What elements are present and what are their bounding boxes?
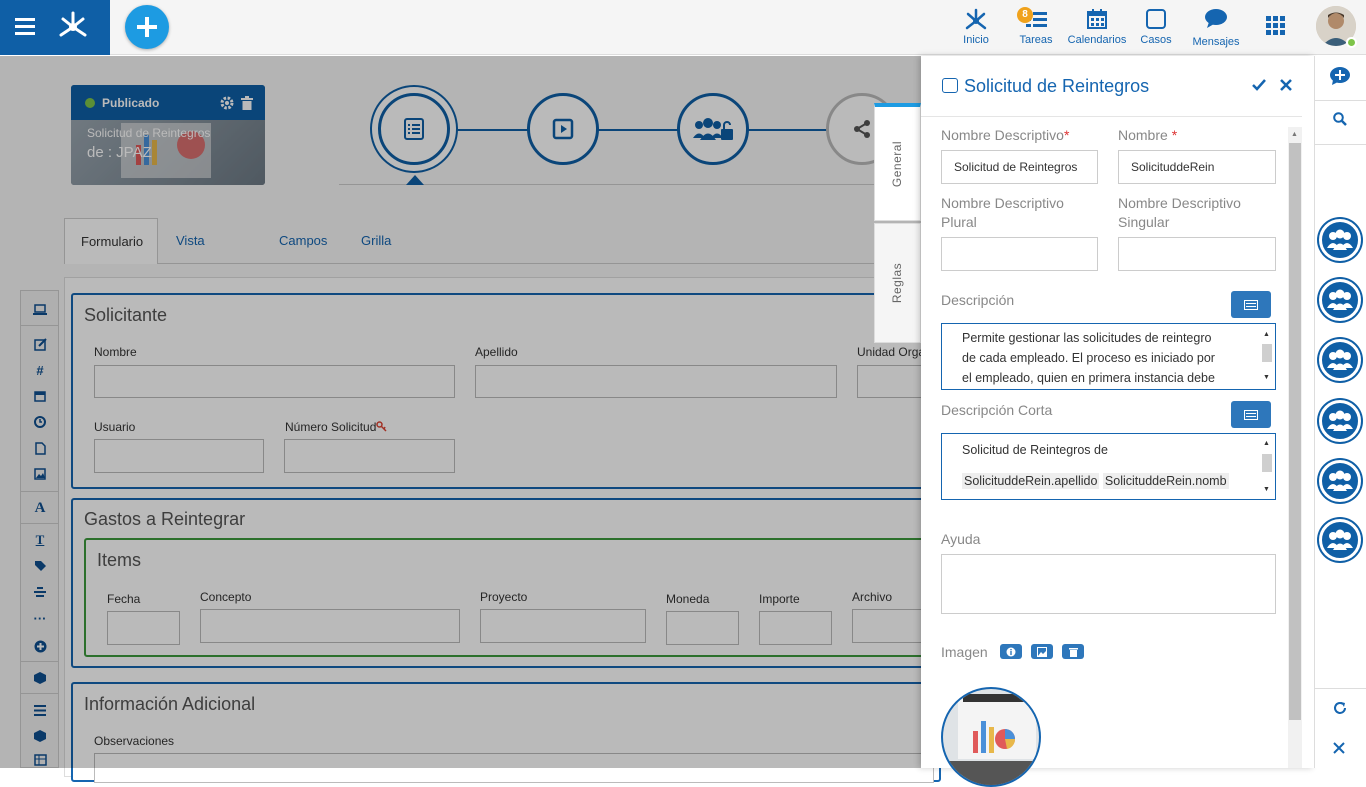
info-icon	[1006, 647, 1016, 656]
chat-bubble-icon	[1190, 6, 1242, 30]
variable-tag[interactable]: SolicituddeRein.nomb	[1102, 473, 1229, 489]
info-button[interactable]	[1000, 644, 1022, 659]
nombre-singular-input[interactable]	[1118, 237, 1276, 271]
sidebar-divider	[1314, 100, 1366, 101]
field-label: Nombre *	[1118, 127, 1178, 143]
field-label: Descripción Corta	[941, 402, 1053, 418]
tab-general[interactable]: General	[874, 103, 921, 221]
field-label: Nombre Descriptivo Plural	[941, 195, 1064, 230]
add-comment-icon[interactable]	[1329, 66, 1351, 86]
process-image[interactable]	[941, 687, 1041, 787]
trash-icon	[1068, 647, 1078, 657]
ayuda-textarea[interactable]	[941, 554, 1276, 614]
online-status-dot	[1346, 37, 1357, 48]
nombre-descriptivo-input[interactable]: Solicitud de Reintegros	[941, 150, 1098, 184]
calendar-icon	[1066, 6, 1128, 30]
add-button[interactable]	[125, 5, 169, 49]
hamburger-menu-icon[interactable]	[15, 17, 35, 35]
group-icon[interactable]	[1319, 460, 1361, 502]
nav-casos[interactable]: Casos	[1137, 6, 1175, 50]
group-icon[interactable]	[1319, 279, 1361, 321]
scrollbar[interactable]: ▲ ▼	[1261, 436, 1273, 497]
field-label: Imagen	[941, 644, 988, 660]
logo-icon[interactable]	[56, 9, 90, 43]
apps-grid-icon[interactable]	[1266, 16, 1286, 36]
search-icon[interactable]	[1333, 112, 1347, 126]
group-icon[interactable]	[1319, 519, 1361, 561]
nav-tareas[interactable]: 8 Tareas	[1014, 6, 1058, 50]
refresh-icon[interactable]	[1333, 701, 1347, 715]
variable-tag[interactable]: SolicituddeRein.apellido	[962, 473, 1100, 489]
delete-image-button[interactable]	[1062, 644, 1084, 659]
sidebar-divider	[1314, 688, 1366, 689]
brand-area	[0, 0, 110, 55]
editor-icon	[1244, 409, 1258, 420]
home-network-icon	[956, 6, 996, 30]
tasks-icon: 8	[1014, 6, 1058, 30]
editor-icon	[1244, 299, 1258, 310]
panel-scrollbar[interactable]: ▲	[1288, 127, 1302, 768]
sidebar-divider	[1314, 144, 1366, 145]
descripcion-textarea[interactable]: Permite gestionar las solicitudes de rei…	[941, 323, 1276, 390]
nav-mensajes[interactable]: Mensajes	[1190, 6, 1242, 50]
close-icon[interactable]	[1280, 79, 1292, 91]
group-icon[interactable]	[1319, 339, 1361, 381]
field-label: Nombre Descriptivo*	[941, 127, 1070, 143]
upload-image-button[interactable]	[1031, 644, 1053, 659]
field-label: Ayuda	[941, 531, 981, 547]
panel-title: Solicitud de Reintegros	[964, 76, 1150, 96]
tasks-badge: 8	[1017, 7, 1033, 23]
scrollbar[interactable]: ▲ ▼	[1261, 326, 1273, 387]
field-label: Nombre Descriptivo Singular	[1118, 195, 1241, 230]
nav-inicio[interactable]: Inicio	[956, 6, 996, 50]
confirm-icon[interactable]	[1252, 78, 1266, 92]
nav-calendarios[interactable]: Calendarios	[1066, 6, 1128, 50]
cases-icon	[1137, 6, 1175, 30]
text-editor-button[interactable]	[1231, 291, 1271, 318]
descripcion-corta-textarea[interactable]: Solicitud de Reintegros de SolicituddeRe…	[941, 433, 1276, 500]
panel-header-divider	[921, 116, 1302, 117]
close-sidebar-icon[interactable]	[1333, 742, 1345, 754]
tab-reglas[interactable]: Reglas	[874, 223, 921, 343]
group-icon[interactable]	[1319, 400, 1361, 442]
modal-overlay[interactable]	[0, 56, 921, 768]
nombre-plural-input[interactable]	[941, 237, 1098, 271]
text-editor-button[interactable]	[1231, 401, 1271, 428]
field-label: Descripción	[941, 292, 1015, 308]
form-entity-icon	[942, 78, 958, 93]
image-icon	[1037, 646, 1047, 657]
nombre-input[interactable]: SolicituddeRein	[1118, 150, 1276, 184]
group-icon[interactable]	[1319, 219, 1361, 261]
